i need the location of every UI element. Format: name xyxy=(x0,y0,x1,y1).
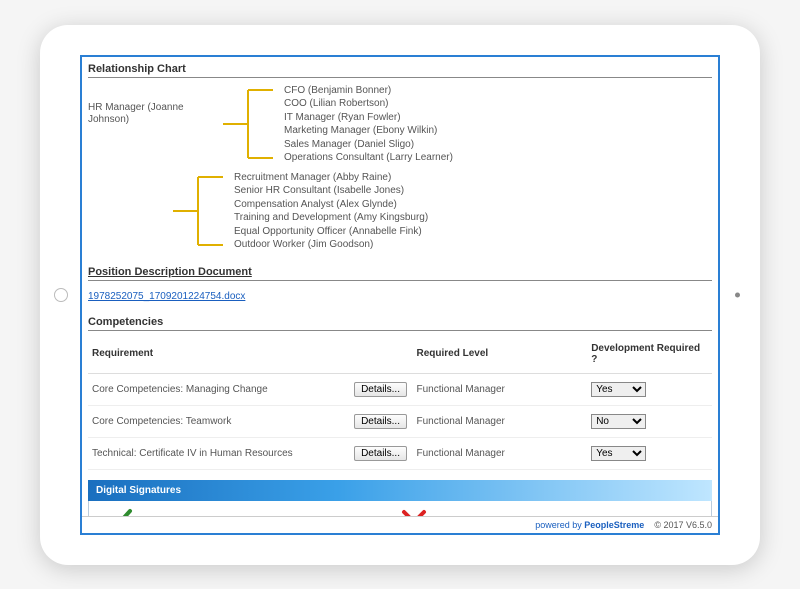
reports-list: Recruitment Manager (Abby Raine)Senior H… xyxy=(228,171,428,252)
development-select[interactable]: Yes xyxy=(591,446,646,461)
peer-item: CFO (Benjamin Bonner) xyxy=(284,84,453,98)
peer-list: CFO (Benjamin Bonner)COO (Lilian Roberts… xyxy=(278,84,453,165)
tablet-frame: Relationship Chart HR Manager (Joanne Jo… xyxy=(40,25,760,565)
details-button[interactable]: Details... xyxy=(354,446,407,461)
report-item: Recruitment Manager (Abby Raine) xyxy=(234,171,428,185)
report-item: Equal Opportunity Officer (Annabelle Fin… xyxy=(234,225,428,239)
col-required-level: Required Level xyxy=(412,337,587,374)
relationship-root: HR Manager (Joanne Johnson) xyxy=(88,84,218,127)
section-competencies-title: Competencies xyxy=(88,312,712,331)
x-icon xyxy=(400,508,428,516)
bracket-icon xyxy=(218,84,278,164)
home-button[interactable] xyxy=(54,288,68,302)
signatures-body: Signed by Joanne Johnson Sep 4 2017 5:05… xyxy=(88,501,712,516)
check-icon xyxy=(99,507,133,516)
level-cell: Functional Manager xyxy=(412,373,587,405)
peer-item: Operations Consultant (Larry Learner) xyxy=(284,151,453,165)
level-cell: Functional Manager xyxy=(412,437,587,469)
requirement-cell: Core Competencies: Teamwork xyxy=(88,405,350,437)
report-item: Training and Development (Amy Kingsburg) xyxy=(234,211,428,225)
signatures-header: Digital Signatures xyxy=(88,480,712,501)
peer-item: COO (Lilian Robertson) xyxy=(284,97,453,111)
footer: powered by PeopleStreme © 2017 V6.5.0 xyxy=(82,516,718,533)
bracket-icon xyxy=(168,171,228,252)
app-screen: Relationship Chart HR Manager (Joanne Jo… xyxy=(80,55,720,535)
details-button[interactable]: Details... xyxy=(354,382,407,397)
development-select[interactable]: Yes xyxy=(591,382,646,397)
development-select[interactable]: No xyxy=(591,414,646,429)
requirement-cell: Core Competencies: Managing Change xyxy=(88,373,350,405)
table-row: Technical: Certificate IV in Human Resou… xyxy=(88,437,712,469)
level-cell: Functional Manager xyxy=(412,405,587,437)
peer-item: Sales Manager (Daniel Sligo) xyxy=(284,138,453,152)
table-row: Core Competencies: Teamwork Details... Fun… xyxy=(88,405,712,437)
camera-dot xyxy=(735,292,740,297)
requirement-cell: Technical: Certificate IV in Human Resou… xyxy=(88,437,350,469)
col-requirement: Requirement xyxy=(88,337,350,374)
competencies-table: Requirement Required Level Development R… xyxy=(88,337,712,470)
col-development: Development Required ? xyxy=(587,337,712,374)
report-item: Senior HR Consultant (Isabelle Jones) xyxy=(234,184,428,198)
section-document-title: Position Description Document xyxy=(88,262,712,281)
document-link[interactable]: 1978252075_1709201224754.docx xyxy=(88,291,245,302)
details-button[interactable]: Details... xyxy=(354,414,407,429)
section-relationship-title: Relationship Chart xyxy=(88,59,712,78)
report-item: Outdoor Worker (Jim Goodson) xyxy=(234,238,428,252)
scroll-content: Relationship Chart HR Manager (Joanne Jo… xyxy=(82,57,718,516)
relationship-chart: HR Manager (Joanne Johnson) CFO (Benjami… xyxy=(88,84,712,252)
table-row: Core Competencies: Managing Change Detail… xyxy=(88,373,712,405)
peer-item: Marketing Manager (Ebony Wilkin) xyxy=(284,124,453,138)
footer-brand: powered by PeopleStreme xyxy=(535,520,644,530)
footer-version: © 2017 V6.5.0 xyxy=(654,520,712,530)
peer-item: IT Manager (Ryan Fowler) xyxy=(284,111,453,125)
report-item: Compensation Analyst (Alex Glynde) xyxy=(234,198,428,212)
